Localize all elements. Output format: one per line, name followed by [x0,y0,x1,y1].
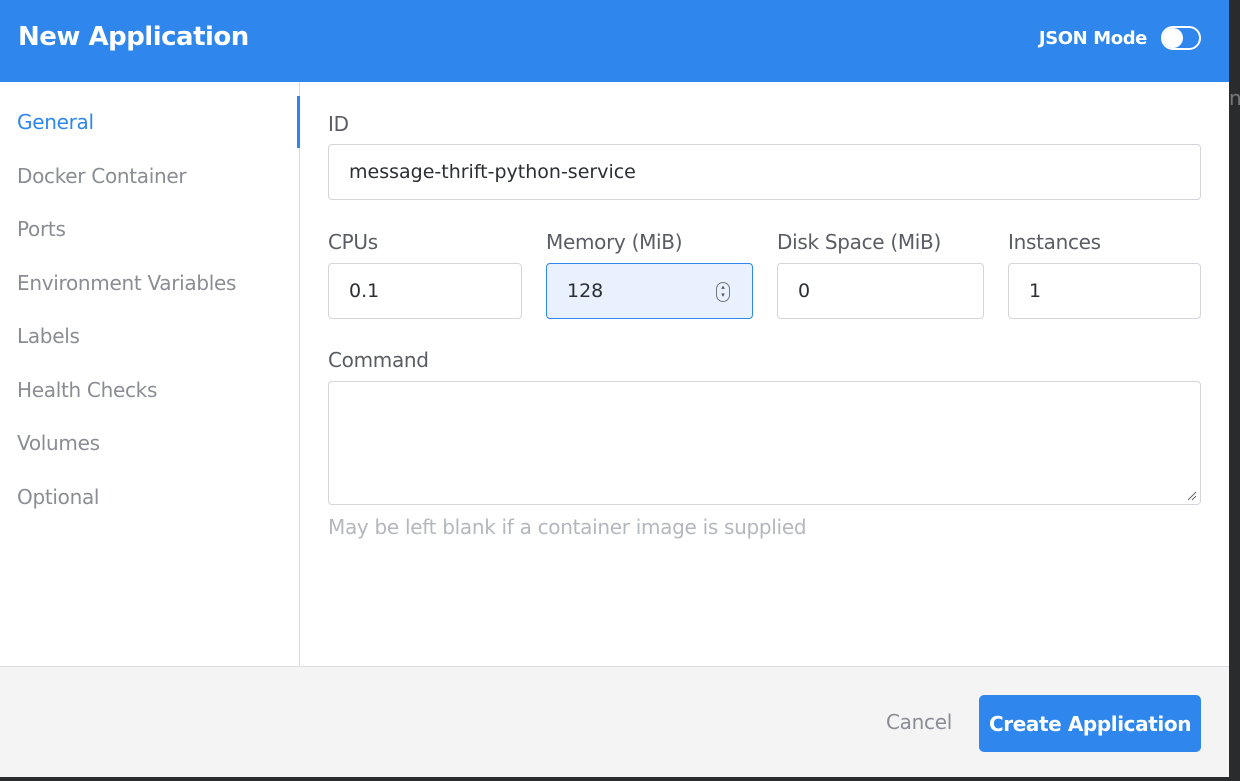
memory-input-value: 128 [567,280,604,302]
command-helper-text: May be left blank if a container image i… [328,515,807,539]
cpus-label: CPUs [328,230,378,254]
cpus-input-value: 0.1 [349,280,380,302]
command-label: Command [328,348,429,372]
id-input[interactable]: message-thrift-python-service [328,144,1201,200]
instances-input[interactable]: 1 [1008,263,1201,319]
instances-input-value: 1 [1029,280,1042,302]
create-application-button[interactable]: Create Application [979,695,1201,752]
general-form: ID message-thrift-python-service CPUs 0.… [301,82,1229,666]
cancel-button[interactable]: Cancel [886,710,952,734]
sidebar-item-health-checks[interactable]: Health Checks [17,378,157,402]
command-textarea[interactable] [328,381,1201,505]
cpus-input[interactable]: 0.1 [328,263,522,319]
instances-label: Instances [1008,230,1101,254]
disk-space-input[interactable]: 0 [777,263,984,319]
sidebar-item-ports[interactable]: Ports [17,217,66,241]
resize-grip-icon[interactable] [1187,491,1197,501]
modal-footer: Cancel Create Application [0,666,1229,777]
sidebar-item-optional[interactable]: Optional [17,485,99,509]
active-nav-indicator [297,96,300,148]
sidebar-item-general[interactable]: General [17,110,94,134]
json-mode-toggle[interactable] [1161,26,1201,50]
memory-label: Memory (MiB) [546,230,683,254]
sidebar-nav: General Docker Container Ports Environme… [0,82,300,666]
sidebar-item-docker-container[interactable]: Docker Container [17,164,187,188]
sidebar-item-environment-variables[interactable]: Environment Variables [17,271,236,295]
json-mode-control[interactable]: JSON Mode [1039,26,1201,50]
sidebar-item-volumes[interactable]: Volumes [17,431,100,455]
modal-header: New Application JSON Mode [0,0,1229,82]
new-application-modal: New Application JSON Mode General Docker… [0,0,1229,777]
backdrop-partial-text: nr [1229,86,1240,110]
sidebar-item-labels[interactable]: Labels [17,324,80,348]
json-mode-label: JSON Mode [1038,27,1147,49]
memory-input[interactable]: 128 ▴ ▾ [546,263,753,319]
id-input-value: message-thrift-python-service [349,161,636,183]
modal-title: New Application [18,22,249,52]
disk-space-label: Disk Space (MiB) [777,230,941,254]
toggle-knob [1163,28,1183,48]
id-label: ID [328,112,349,136]
memory-stepper-icon[interactable]: ▴ ▾ [716,282,730,302]
disk-space-input-value: 0 [798,280,811,302]
